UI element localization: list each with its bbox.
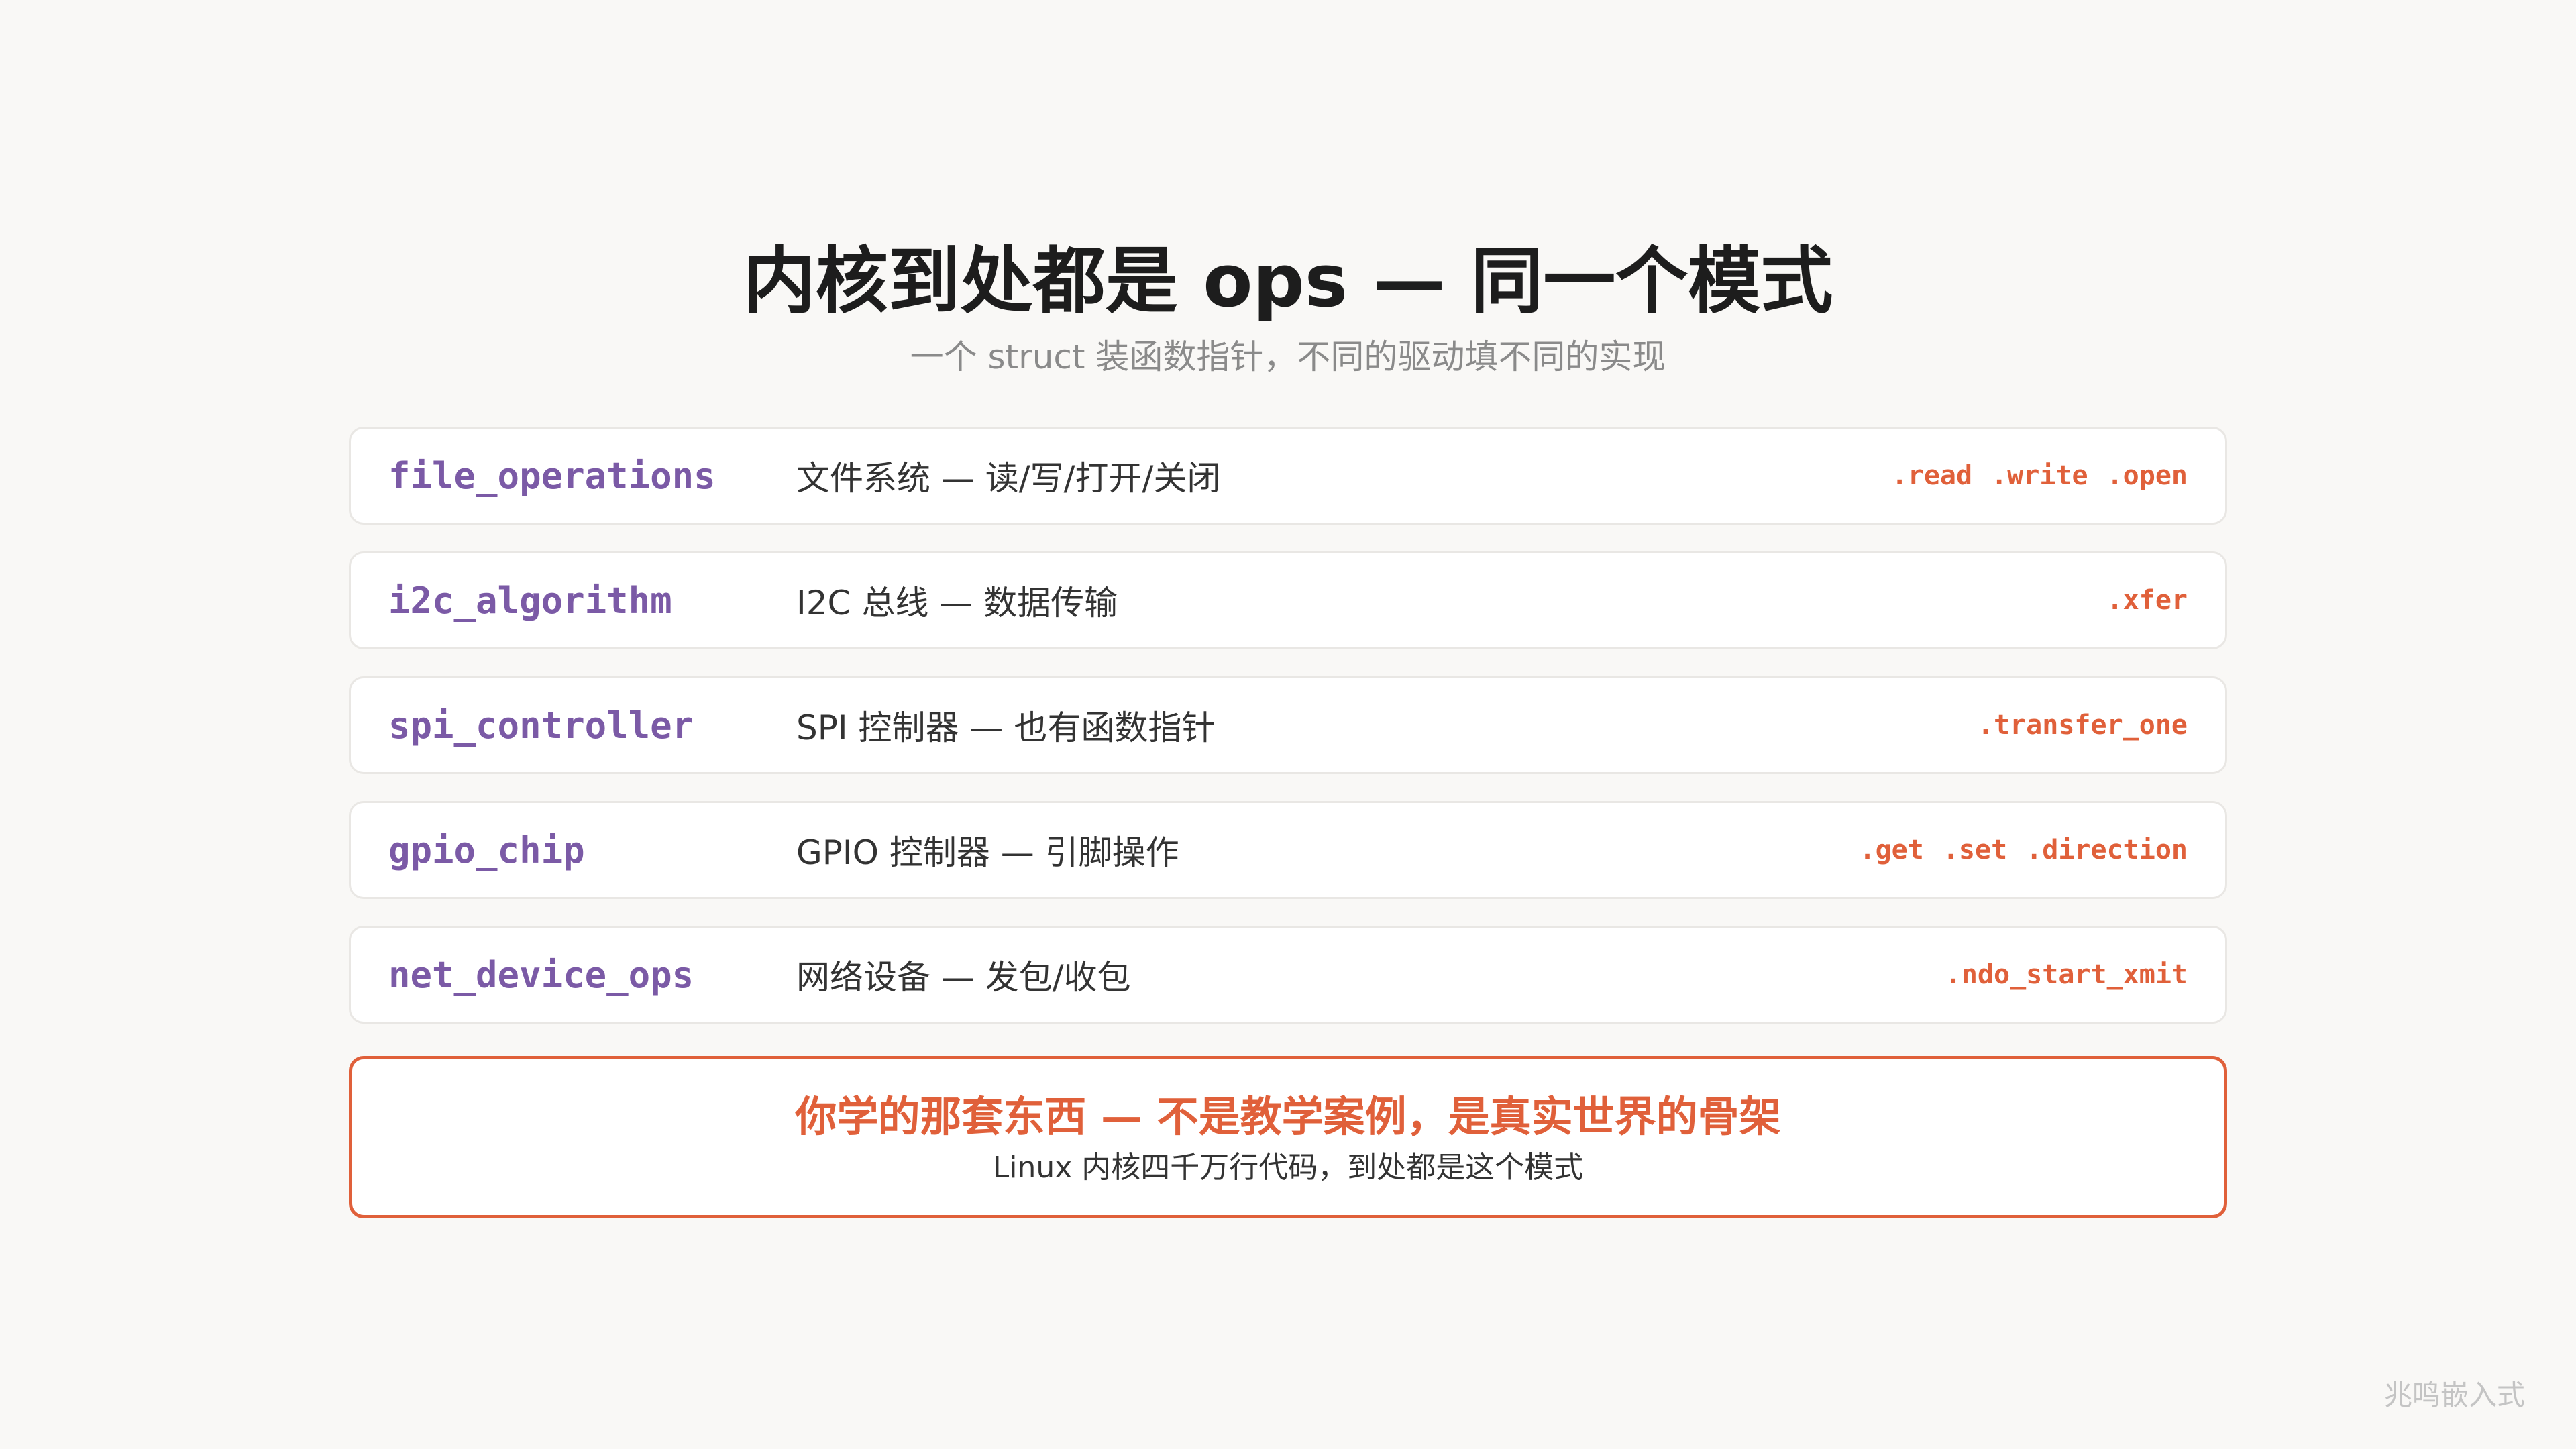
ops-row: net_device_ops 网络设备 — 发包/收包 .ndo_start_x…	[349, 926, 2227, 1024]
callout-box: 你学的那套东西 — 不是教学案例，是真实世界的骨架 Linux 内核四千万行代码…	[349, 1056, 2227, 1218]
method-name: .set	[1942, 835, 2008, 865]
struct-name: i2c_algorithm	[388, 579, 672, 622]
method-name: .write	[1991, 460, 2088, 491]
method-list: .ndo_start_xmit	[1945, 959, 2188, 990]
ops-struct-list: file_operations 文件系统 — 读/写/打开/关闭 .read .…	[349, 427, 2227, 1051]
struct-name: spi_controller	[388, 704, 694, 747]
page-title: 内核到处都是 ops — 同一个模式	[743, 239, 1833, 323]
method-list: .transfer_one	[1978, 710, 2188, 741]
ops-row: spi_controller SPI 控制器 — 也有函数指针 .transfe…	[349, 676, 2227, 774]
struct-name: gpio_chip	[388, 828, 585, 871]
method-name: .get	[1859, 835, 1924, 865]
ops-row: gpio_chip GPIO 控制器 — 引脚操作 .get .set .dir…	[349, 801, 2227, 899]
callout-subtitle: Linux 内核四千万行代码，到处都是这个模式	[992, 1150, 1584, 1185]
struct-description: GPIO 控制器 — 引脚操作	[796, 833, 1179, 872]
struct-description: SPI 控制器 — 也有函数指针	[796, 708, 1216, 747]
struct-name: net_device_ops	[388, 953, 694, 996]
struct-name: file_operations	[388, 454, 716, 497]
method-name: .open	[2106, 460, 2188, 491]
struct-description: I2C 总线 — 数据传输	[796, 584, 1118, 623]
watermark: 兆鸣嵌入式	[2383, 1379, 2525, 1411]
ops-row: i2c_algorithm I2C 总线 — 数据传输 .xfer	[349, 551, 2227, 649]
callout-title: 你学的那套东西 — 不是教学案例，是真实世界的骨架	[795, 1092, 1781, 1141]
struct-description: 文件系统 — 读/写/打开/关闭	[796, 459, 1221, 498]
method-name: .transfer_one	[1977, 710, 2188, 741]
method-list: .get .set .direction	[1860, 835, 2188, 865]
method-list: .read .write .open	[1892, 460, 2188, 491]
ops-row: file_operations 文件系统 — 读/写/打开/关闭 .read .…	[349, 427, 2227, 525]
page-subtitle: 一个 struct 装函数指针，不同的驱动填不同的实现	[910, 337, 1666, 376]
method-list: .xfer	[2107, 585, 2188, 616]
method-name: .read	[1891, 460, 1973, 491]
method-name: .xfer	[2106, 585, 2188, 616]
method-name: .direction	[2026, 835, 2188, 865]
struct-description: 网络设备 — 发包/收包	[796, 958, 1131, 997]
method-name: .ndo_start_xmit	[1945, 959, 2188, 990]
